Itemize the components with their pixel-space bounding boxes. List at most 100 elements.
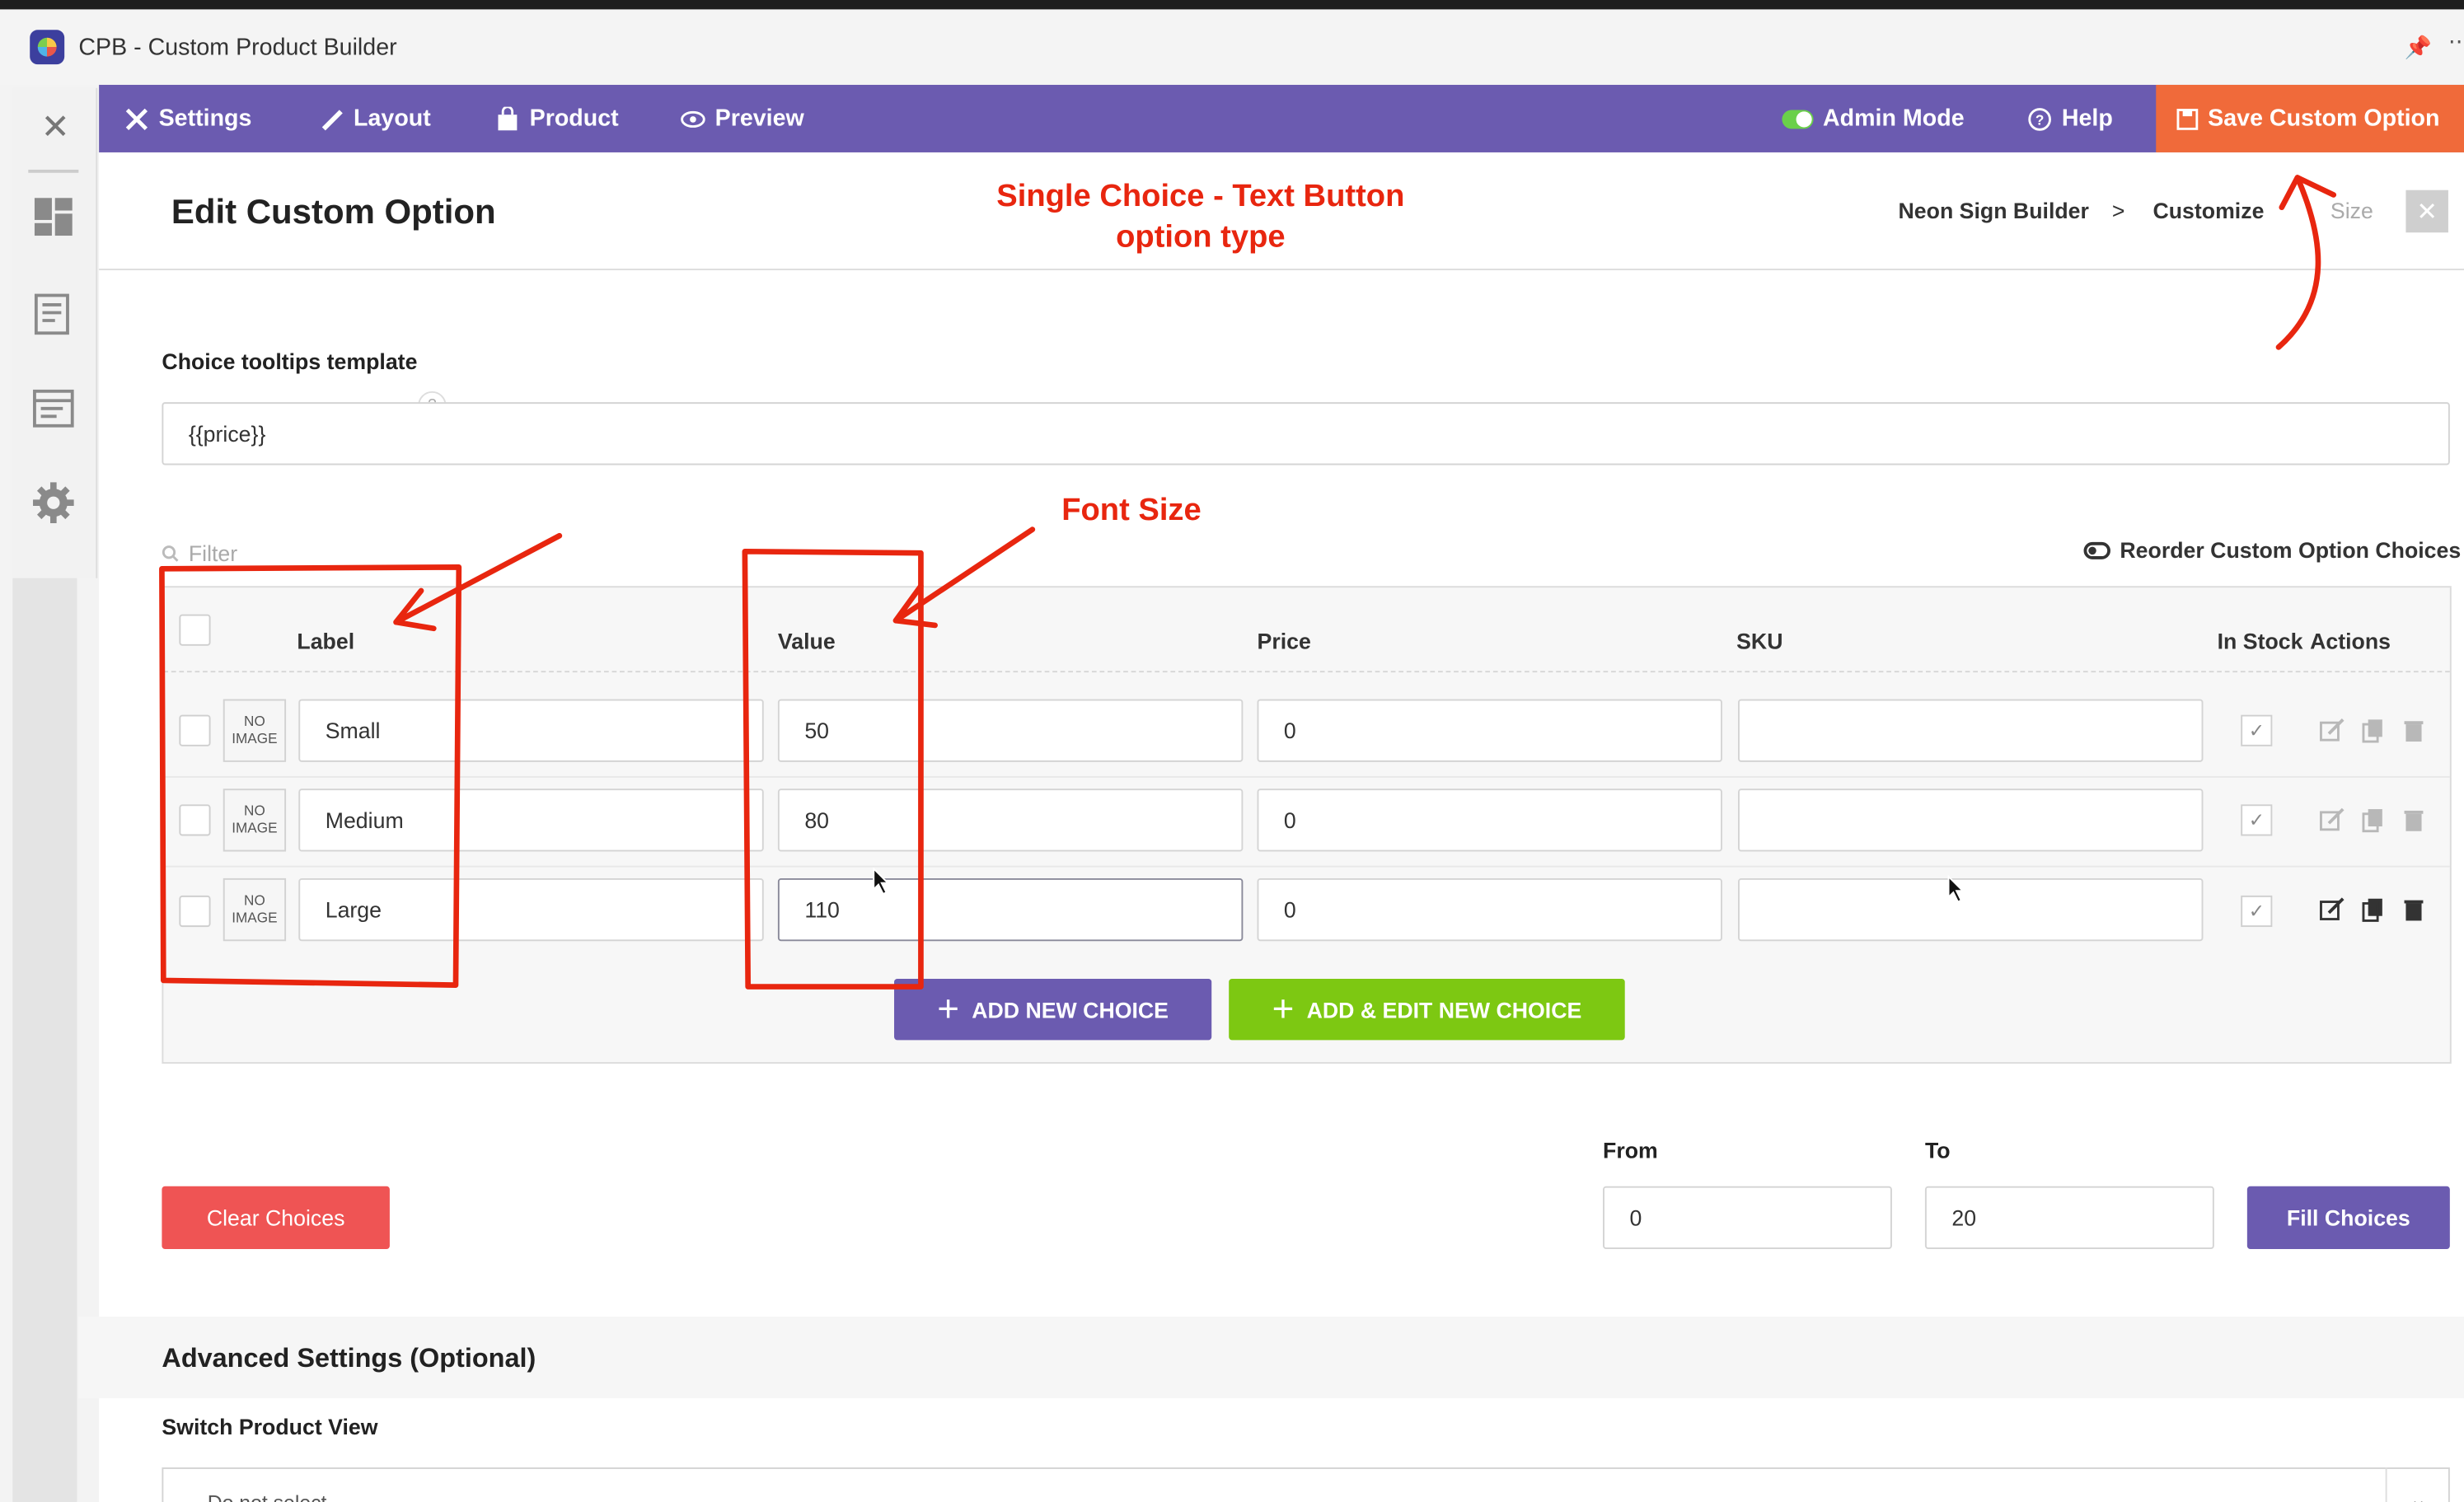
os-top-bar xyxy=(0,0,2464,10)
switch-product-view-select[interactable]: Do not select xyxy=(162,1467,2450,1502)
filter-input[interactable]: Filter xyxy=(162,540,238,566)
clear-choices-button[interactable]: Clear Choices xyxy=(162,1186,390,1249)
column-header-in-stock: In Stock xyxy=(2217,628,2303,654)
list-icon[interactable] xyxy=(31,292,75,336)
title-bar: CPB - Custom Product Builder xyxy=(0,9,2464,85)
from-input[interactable]: 0 xyxy=(1603,1186,1892,1249)
delete-icon[interactable] xyxy=(2401,718,2427,743)
save-icon xyxy=(2176,108,2199,129)
breadcrumb-separator: > xyxy=(2111,198,2125,223)
nav-help[interactable]: ? Help xyxy=(2027,85,2113,152)
in-stock-checkbox[interactable]: ✓ xyxy=(2241,804,2273,836)
nav-help-label: Help xyxy=(2061,105,2113,133)
nav-preview[interactable]: Preview xyxy=(681,85,804,152)
nav-product-label: Product xyxy=(529,105,619,133)
from-label: From xyxy=(1603,1137,1658,1163)
edit-icon[interactable] xyxy=(2320,718,2345,743)
sidebar-divider xyxy=(28,169,79,173)
save-button-label: Save Custom Option xyxy=(2208,105,2440,133)
add-edit-new-choice-button[interactable]: + ADD & EDIT NEW CHOICE xyxy=(1229,978,1625,1041)
gear-icon[interactable] xyxy=(31,481,75,525)
no-image-text: IMAGE xyxy=(232,820,278,836)
choices-table: Label Value Price SKU In Stock Actions N… xyxy=(162,586,2452,1064)
breadcrumb-item[interactable]: Customize xyxy=(2152,198,2264,223)
mouse-cursor-icon xyxy=(873,867,890,896)
filter-placeholder: Filter xyxy=(188,540,238,566)
delete-icon[interactable] xyxy=(2401,807,2427,833)
duplicate-icon[interactable] xyxy=(2360,897,2386,923)
label-input[interactable]: Large xyxy=(298,877,764,942)
column-header-actions: Actions xyxy=(2310,628,2391,654)
label-input[interactable]: Medium xyxy=(298,788,764,852)
label-input[interactable]: Small xyxy=(298,699,764,762)
row-checkbox[interactable] xyxy=(179,714,211,746)
app-window: CPB - Custom Product Builder 📌 ⋯ ✕ Setti… xyxy=(0,0,2464,1502)
annotation-line: option type xyxy=(1116,219,1286,255)
sidebar: ✕ xyxy=(12,87,98,578)
no-image-placeholder[interactable]: NO IMAGE xyxy=(223,699,287,762)
no-image-text: NO xyxy=(244,802,265,819)
delete-icon[interactable] xyxy=(2401,897,2427,923)
annotation-font-size: Font Size xyxy=(1061,493,1202,528)
page-title: Edit Custom Option xyxy=(171,191,496,232)
price-input[interactable]: 0 xyxy=(1257,788,1722,852)
search-icon xyxy=(162,545,179,561)
nav-preview-label: Preview xyxy=(714,105,804,133)
row-divider xyxy=(163,865,2450,868)
in-stock-checkbox[interactable]: ✓ xyxy=(2241,714,2273,746)
price-input[interactable]: 0 xyxy=(1257,699,1722,762)
app-logo-icon xyxy=(30,30,65,65)
add-new-choice-button[interactable]: + ADD NEW CHOICE xyxy=(894,978,1212,1041)
value-input[interactable]: 80 xyxy=(777,788,1244,852)
top-navbar: Settings Layout Product Preview Admin Mo… xyxy=(99,84,2464,152)
annotation-line: Single Choice - Text Button xyxy=(996,179,1405,214)
breadcrumb-item[interactable]: Size xyxy=(2330,198,2373,223)
tooltip-template-input[interactable]: {{price}} xyxy=(162,402,2450,466)
pin-icon[interactable]: 📌 xyxy=(2405,35,2432,61)
switch-product-view-label: Switch Product View xyxy=(162,1414,378,1439)
close-panel-button[interactable]: ✕ xyxy=(2405,190,2448,233)
edit-icon[interactable] xyxy=(2320,807,2345,833)
toggle-icon xyxy=(1782,109,1814,129)
nav-settings[interactable]: Settings xyxy=(124,85,251,152)
tooltip-template-label: Choice tooltips template xyxy=(162,349,418,374)
breadcrumb-item[interactable]: Neon Sign Builder xyxy=(1899,198,2089,223)
admin-mode-toggle[interactable]: Admin Mode xyxy=(1782,85,1965,152)
sidebar-background xyxy=(12,578,77,1502)
value-input[interactable]: 110 xyxy=(777,877,1244,942)
brush-icon xyxy=(321,109,343,130)
value-input[interactable]: 50 xyxy=(777,699,1244,762)
no-image-placeholder[interactable]: NO IMAGE xyxy=(223,877,287,942)
nav-layout[interactable]: Layout xyxy=(319,85,431,152)
advanced-settings-title[interactable]: Advanced Settings (Optional) xyxy=(162,1343,536,1374)
eye-icon xyxy=(681,110,705,127)
row-checkbox[interactable] xyxy=(179,804,211,836)
close-icon[interactable]: ✕ xyxy=(41,107,70,148)
dashboard-icon[interactable] xyxy=(31,194,75,238)
reorder-choices-toggle[interactable]: Reorder Custom Option Choices xyxy=(2083,537,2461,563)
fill-choices-button[interactable]: Fill Choices xyxy=(2246,1186,2450,1249)
sku-input[interactable] xyxy=(1738,699,2204,762)
no-image-placeholder[interactable]: NO IMAGE xyxy=(223,788,287,852)
duplicate-icon[interactable] xyxy=(2360,807,2386,833)
options-list-icon[interactable] xyxy=(31,386,75,430)
sku-input[interactable] xyxy=(1738,877,2204,942)
help-icon: ? xyxy=(2028,107,2051,130)
duplicate-icon[interactable] xyxy=(2360,718,2386,743)
column-header-value: Value xyxy=(777,628,836,654)
price-input[interactable]: 0 xyxy=(1257,877,1722,942)
add-new-choice-label: ADD NEW CHOICE xyxy=(972,996,1169,1022)
select-all-checkbox[interactable] xyxy=(179,614,211,646)
no-image-text: NO xyxy=(244,713,265,729)
nav-product[interactable]: Product xyxy=(495,85,619,152)
to-input[interactable]: 20 xyxy=(1924,1186,2214,1249)
sku-input[interactable] xyxy=(1738,788,2204,852)
no-image-text: IMAGE xyxy=(232,910,278,926)
save-custom-option-button[interactable]: Save Custom Option xyxy=(2156,84,2464,152)
chevron-down-icon[interactable]: ⌄ xyxy=(2385,1467,2450,1502)
in-stock-checkbox[interactable]: ✓ xyxy=(2241,895,2273,928)
more-icon[interactable]: ⋯ xyxy=(2448,28,2464,54)
to-label: To xyxy=(1924,1137,1951,1163)
row-checkbox[interactable] xyxy=(179,895,211,928)
edit-icon[interactable] xyxy=(2320,897,2345,923)
